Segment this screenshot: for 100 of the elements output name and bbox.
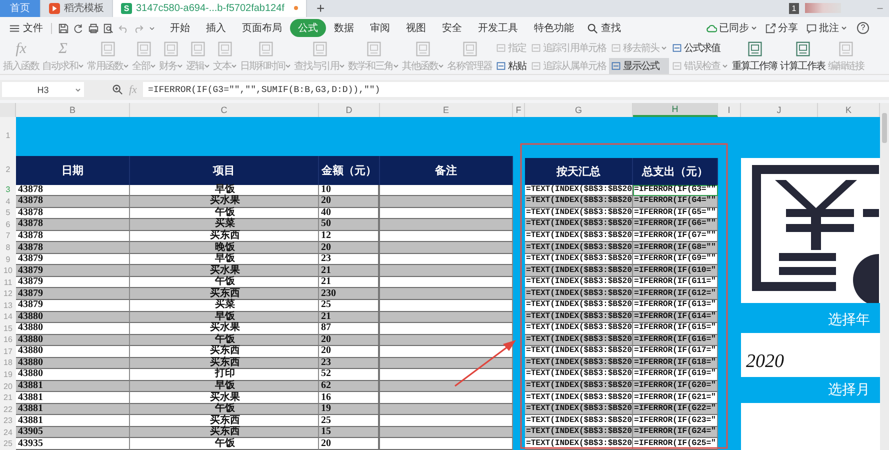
column-header[interactable]: B <box>16 102 130 117</box>
row-number[interactable]: 5 <box>0 208 16 220</box>
scrollbar[interactable] <box>880 102 889 450</box>
column-header[interactable]: G <box>525 102 633 117</box>
row-number[interactable]: 19 <box>0 369 16 381</box>
ribbon-tab[interactable]: 公式 <box>290 19 326 38</box>
table-cell: =IFERROR(IF(G21=" <box>633 392 718 404</box>
undo-icon[interactable] <box>118 22 129 34</box>
document-tab[interactable]: 首页 <box>0 0 41 17</box>
ribbon-tab[interactable]: 页面布局 <box>234 19 290 38</box>
column-header[interactable]: J <box>741 102 818 117</box>
ribbon-tab[interactable]: 安全 <box>434 19 470 38</box>
table-cell: =IFERROR(IF(G16=" <box>633 334 718 346</box>
column-header[interactable]: C <box>130 102 319 117</box>
row-number[interactable]: 23 <box>0 415 16 427</box>
row-number[interactable]: 18 <box>0 358 16 370</box>
ribbon-tab[interactable]: 特色功能 <box>526 19 582 38</box>
name-box[interactable]: H3 <box>2 82 84 98</box>
glyph-icon: Σ <box>58 40 68 57</box>
column-header[interactable]: K <box>818 102 880 117</box>
new-tab-button[interactable]: + <box>307 0 334 17</box>
tool-icon <box>531 42 541 53</box>
document-icon <box>794 40 810 57</box>
table-cell: 12 <box>319 230 380 242</box>
row-number[interactable]: 20 <box>0 380 16 392</box>
table-cell: 43935 <box>16 438 130 450</box>
row-number[interactable]: 21 <box>0 392 16 404</box>
table-cell: 午饭 <box>130 404 319 416</box>
preview-icon[interactable] <box>103 22 114 34</box>
month-field[interactable] <box>741 402 880 450</box>
formula-field[interactable]: =IFERROR(IF(G3="","",SUMIF(B:B,G3,D:D)),"") <box>142 82 889 98</box>
table-cell: 25 <box>319 300 380 312</box>
ribbon-tab[interactable]: 视图 <box>398 19 434 38</box>
select-all-corner[interactable] <box>0 102 16 117</box>
tool-icon <box>496 42 506 53</box>
tool-icon <box>611 60 621 71</box>
file-menu[interactable]: 文件 <box>4 21 48 36</box>
year-field[interactable]: 2020 <box>741 332 880 377</box>
tool-icon <box>672 60 682 71</box>
ribbon-tab[interactable]: 数据 <box>326 19 362 38</box>
help-button[interactable]: ? <box>857 22 869 34</box>
table-cell: 43878 <box>16 219 130 231</box>
redo-icon[interactable] <box>133 22 144 34</box>
ribbon-tab[interactable]: 插入 <box>198 19 234 38</box>
refresh-icon[interactable] <box>73 22 84 34</box>
row-number[interactable]: 15 <box>0 323 16 335</box>
column-header[interactable]: E <box>380 102 513 117</box>
table-cell: 午饭 <box>130 438 319 450</box>
row-number[interactable]: 25 <box>0 438 16 450</box>
column-header[interactable]: H <box>633 102 718 117</box>
toolbar-button[interactable]: 已同步 <box>702 21 761 36</box>
row-number[interactable]: 10 <box>0 265 16 277</box>
table-cell: 43881 <box>16 415 130 427</box>
table-cell: 买水果 <box>130 196 319 208</box>
avatar-icon[interactable] <box>805 3 841 14</box>
ribbon-tab[interactable]: 开发工具 <box>470 19 526 38</box>
column-header[interactable]: D <box>319 102 380 117</box>
row-number[interactable]: 6 <box>0 219 16 231</box>
row-number[interactable]: 12 <box>0 288 16 300</box>
table-cell: 43880 <box>16 323 130 335</box>
save-icon[interactable] <box>58 22 69 34</box>
document-tab[interactable]: S 3147c580-a694-...b-f5702fab124f <box>113 0 308 17</box>
row-number[interactable]: 8 <box>0 242 16 254</box>
ribbon-button[interactable]: 重算工作簿 <box>731 40 778 73</box>
table-cell: =TEXT(INDEX($B$3:$B$20 <box>525 426 633 438</box>
row-number[interactable]: 11 <box>0 276 16 288</box>
row-number[interactable]: 1 <box>0 116 16 156</box>
row-number[interactable]: 9 <box>0 254 16 266</box>
row-number[interactable]: 22 <box>0 404 16 416</box>
ribbon-tab[interactable]: 审阅 <box>362 19 398 38</box>
row-number[interactable]: 13 <box>0 300 16 312</box>
table-cell: 87 <box>319 323 380 335</box>
row-number[interactable]: 4 <box>0 196 16 208</box>
scrollbar-thumb[interactable] <box>882 112 887 143</box>
toolbar-button[interactable]: 批注 <box>802 21 851 36</box>
table-cell: =IFERROR(IF(G3="" <box>633 184 718 196</box>
table-cell: 买东西 <box>130 230 319 242</box>
zoom-icon[interactable] <box>112 84 123 96</box>
row-number[interactable]: 16 <box>0 334 16 346</box>
ribbon-button[interactable]: 显示公式 <box>609 58 669 74</box>
function-button[interactable]: fx <box>129 84 137 96</box>
row-number[interactable]: 17 <box>0 346 16 358</box>
ribbon-tab[interactable]: 开始 <box>162 19 198 38</box>
row-number[interactable]: 3 <box>0 184 16 196</box>
table-cell: =IFERROR(IF(G24=" <box>633 426 718 438</box>
toolbar-button[interactable]: 分享 <box>761 21 802 36</box>
ribbon-button[interactable]: 粘贴 <box>494 58 528 74</box>
ribbon-button[interactable]: 计算工作表 <box>779 40 826 73</box>
search-button[interactable]: 查找 <box>582 21 626 36</box>
row-number[interactable]: 2 <box>0 156 16 185</box>
column-header[interactable]: F <box>513 102 525 117</box>
table-cell: =TEXT(INDEX($B$3:$B$20 <box>525 334 633 346</box>
minimize-button[interactable]: – <box>871 0 889 17</box>
row-number[interactable]: 14 <box>0 312 16 324</box>
column-header[interactable]: I <box>718 102 741 117</box>
notification-badge[interactable]: 1 <box>789 2 799 14</box>
print-icon[interactable] <box>88 22 99 34</box>
ribbon-button[interactable]: 公式求值 <box>670 40 730 56</box>
row-number[interactable]: 24 <box>0 426 16 438</box>
row-number[interactable]: 7 <box>0 230 16 242</box>
